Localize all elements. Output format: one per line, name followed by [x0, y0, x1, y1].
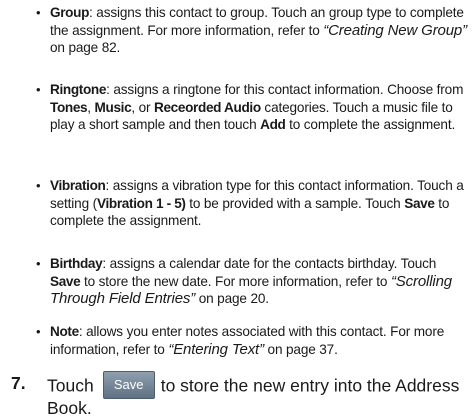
ringtone-sep-2: , or	[131, 99, 154, 115]
term-ringtone: Ringtone	[50, 82, 107, 97]
group-cross-ref[interactable]: “Creating New Group”	[323, 22, 467, 39]
manual-page: • Group: assigns this contact to group. …	[0, 0, 475, 418]
bullet-icon: •	[36, 5, 41, 20]
bullet-icon: •	[36, 82, 41, 97]
ringtone-action-add: Add	[260, 117, 286, 132]
step-text-line2: Book.	[47, 398, 92, 418]
list-item-group: • Group: assigns this contact to group. …	[36, 4, 470, 57]
list-item-note: • Note: allows you enter notes associate…	[36, 323, 470, 358]
step-after-text: to store the new entry into the Address	[160, 375, 460, 396]
birthday-page-ref: on page 20.	[195, 291, 269, 306]
bullet-icon: •	[36, 324, 41, 339]
list-item-birthday: • Birthday: assigns a calendar date for …	[36, 255, 470, 308]
step-number: 7.	[11, 373, 26, 393]
list-item-vibration: • Vibration: assigns a vibration type fo…	[36, 177, 470, 230]
step-7: 7. Touch Save to store the new entry into …	[0, 370, 475, 418]
step-touch-text: Touch	[47, 375, 94, 396]
bullet-icon: •	[36, 256, 41, 271]
note-cross-ref[interactable]: “Entering Text”	[168, 341, 264, 358]
ringtone-desc: : assigns a ringtone for this contact in…	[106, 82, 464, 97]
term-note: Note	[50, 324, 79, 339]
step-text-line1: Touch Save to store the new entry into the…	[47, 371, 460, 401]
ringtone-desc-3: to complete the assignment.	[285, 117, 456, 132]
bullet-icon: •	[36, 178, 41, 193]
list-item-ringtone: • Ringtone: assigns a ringtone for this …	[36, 81, 470, 134]
term-birthday: Birthday	[50, 256, 103, 271]
ringtone-option-music: Music	[94, 99, 132, 115]
save-button-image: Save	[102, 371, 155, 399]
group-page-ref: on page 82.	[50, 40, 121, 55]
ringtone-option-tones: Tones	[50, 99, 88, 115]
vibration-desc-2: to be provided with a sample. Touch	[185, 195, 405, 211]
term-vibration: Vibration	[50, 178, 106, 193]
ringtone-option-audio: Receorded Audio	[154, 99, 261, 115]
vibration-setting: Vibration 1 - 5)	[97, 195, 186, 211]
vibration-action-save: Save	[404, 195, 435, 211]
ringtone-sep-1: ,	[87, 99, 95, 115]
term-group: Group	[50, 5, 90, 20]
birthday-desc-2: to store the new date. For more informat…	[80, 273, 391, 289]
birthday-desc: : assigns a calendar date for the contac…	[102, 256, 437, 271]
note-page-ref: on page 37.	[263, 341, 338, 357]
birthday-action-save: Save	[50, 273, 81, 289]
